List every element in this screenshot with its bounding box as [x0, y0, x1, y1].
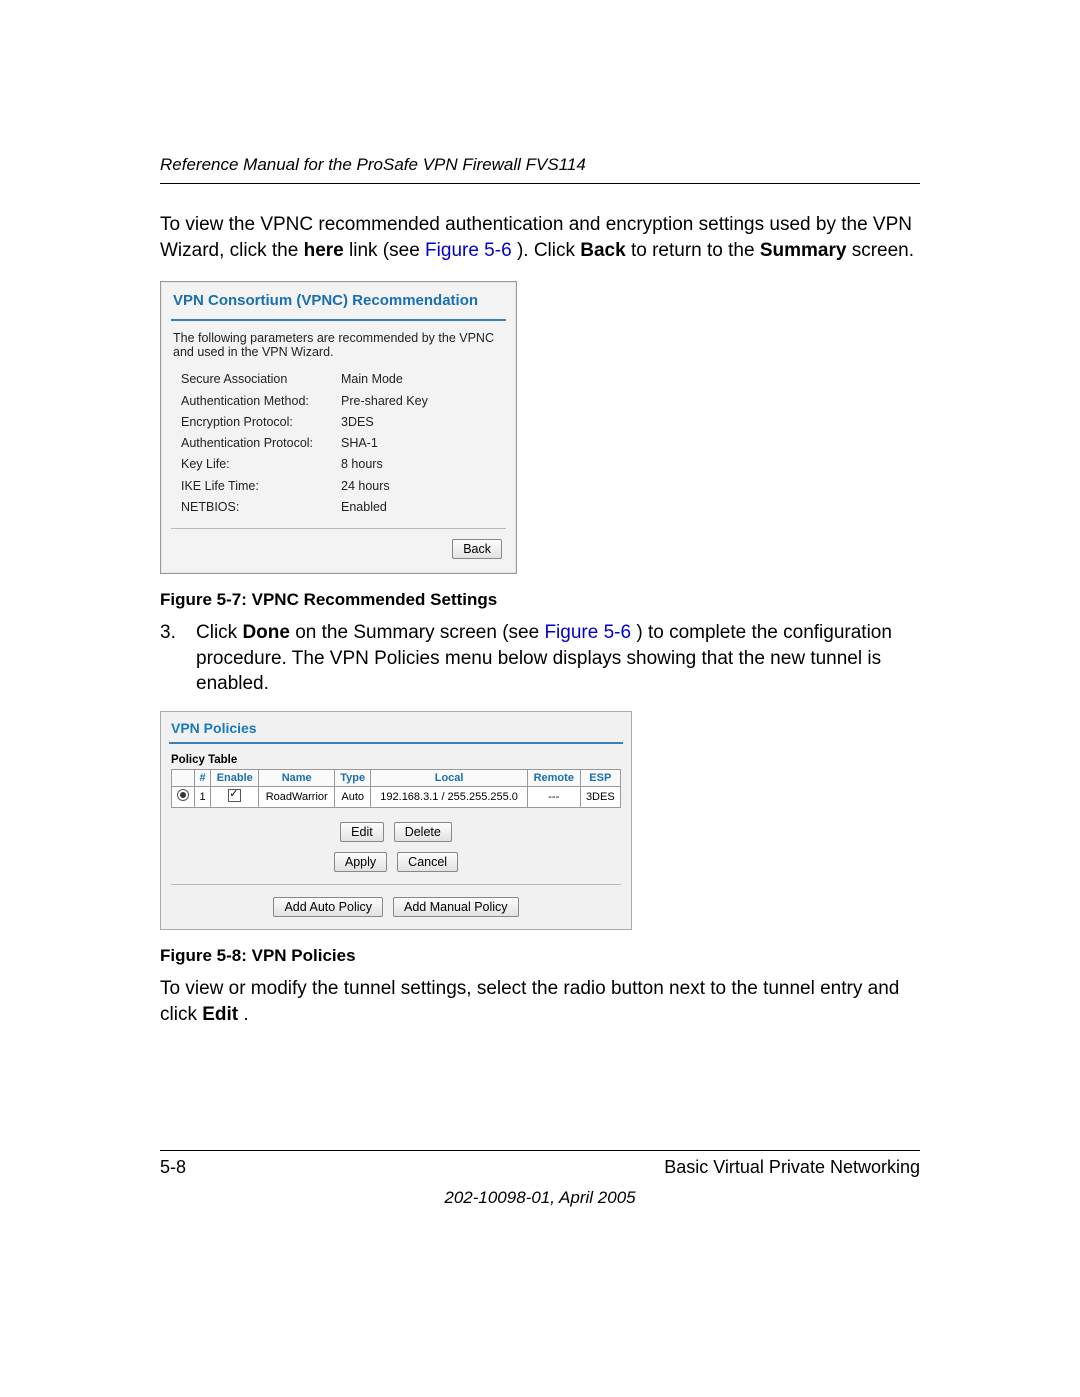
step-number: 3.	[160, 620, 178, 697]
col-local: Local	[371, 769, 528, 786]
vpnc-row: Authentication Protocol:SHA-1	[181, 433, 536, 454]
page-number: 5-8	[160, 1157, 186, 1178]
param-value: SHA-1	[341, 433, 536, 454]
param-label: Authentication Method:	[181, 391, 341, 412]
vpnc-row: Authentication Method:Pre-shared Key	[181, 391, 536, 412]
back-button[interactable]: Back	[452, 539, 502, 559]
row-remote: ---	[527, 786, 580, 807]
section-title: Basic Virtual Private Networking	[664, 1157, 920, 1178]
text: screen.	[852, 240, 914, 261]
summary-label: Summary	[760, 240, 847, 261]
row-radio[interactable]	[172, 786, 195, 807]
divider	[171, 319, 506, 321]
param-value: 24 hours	[341, 476, 536, 497]
col-select	[172, 769, 195, 786]
row-esp: 3DES	[580, 786, 620, 807]
text: .	[243, 1004, 248, 1025]
document-id: 202-10098-01, April 2005	[160, 1188, 920, 1208]
add-auto-policy-button[interactable]: Add Auto Policy	[273, 897, 383, 917]
vpnc-row: Key Life:8 hours	[181, 454, 536, 475]
text: ). Click	[517, 240, 580, 261]
param-label: Authentication Protocol:	[181, 433, 341, 454]
policy-table-label: Policy Table	[161, 754, 631, 769]
text: to return to the	[631, 240, 760, 261]
text: Click	[196, 622, 242, 643]
apply-button[interactable]: Apply	[334, 852, 387, 872]
figure-caption: Figure 5-8: VPN Policies	[160, 946, 920, 966]
figure-caption: Figure 5-7: VPNC Recommended Settings	[160, 590, 920, 610]
cancel-button[interactable]: Cancel	[397, 852, 458, 872]
row-num: 1	[195, 786, 211, 807]
divider	[160, 1150, 920, 1151]
vpnc-row: Secure AssociationMain Mode	[181, 369, 536, 390]
param-value: 3DES	[341, 412, 536, 433]
table-row: 1 RoadWarrior Auto 192.168.3.1 / 255.255…	[172, 786, 621, 807]
param-value: Enabled	[341, 497, 536, 518]
page-footer: 5-8 Basic Virtual Private Networking 202…	[160, 1142, 920, 1208]
text: To view or modify the tunnel settings, s…	[160, 978, 899, 1025]
vpn-policies-title: VPN Policies	[161, 712, 631, 740]
policy-table: # Enable Name Type Local Remote ESP 1 Ro…	[171, 769, 621, 808]
param-value: Pre-shared Key	[341, 391, 536, 412]
vpnc-params-table: Secure AssociationMain Mode Authenticati…	[161, 369, 546, 526]
param-value: Main Mode	[341, 369, 536, 390]
vpnc-row: NETBIOS:Enabled	[181, 497, 536, 518]
param-label: Encryption Protocol:	[181, 412, 341, 433]
col-type: Type	[335, 769, 371, 786]
divider	[169, 742, 623, 744]
vpnc-recommendation-panel: VPN Consortium (VPNC) Recommendation The…	[160, 281, 517, 574]
param-label: Key Life:	[181, 454, 341, 475]
checkbox-icon	[228, 789, 241, 802]
figure-ref-link[interactable]: Figure 5-6	[544, 622, 631, 643]
param-label: NETBIOS:	[181, 497, 341, 518]
text: link (see	[349, 240, 425, 261]
col-enable: Enable	[211, 769, 259, 786]
vpnc-row: Encryption Protocol:3DES	[181, 412, 536, 433]
param-label: Secure Association	[181, 369, 341, 390]
radio-icon	[177, 789, 189, 801]
add-manual-policy-button[interactable]: Add Manual Policy	[393, 897, 519, 917]
row-name: RoadWarrior	[259, 786, 335, 807]
done-label: Done	[242, 622, 290, 643]
col-esp: ESP	[580, 769, 620, 786]
here-link-label: here	[304, 240, 344, 261]
param-label: IKE Life Time:	[181, 476, 341, 497]
vpnc-title: VPN Consortium (VPNC) Recommendation	[161, 282, 516, 315]
col-remote: Remote	[527, 769, 580, 786]
step-3: 3. Click Done on the Summary screen (see…	[160, 620, 920, 697]
vpn-policies-panel: VPN Policies Policy Table # Enable Name …	[160, 711, 632, 930]
row-type: Auto	[335, 786, 371, 807]
col-name: Name	[259, 769, 335, 786]
delete-button[interactable]: Delete	[394, 822, 452, 842]
back-label: Back	[580, 240, 625, 261]
row-enable[interactable]	[211, 786, 259, 807]
vpnc-description: The following parameters are recommended…	[161, 331, 516, 369]
intro-paragraph: To view the VPNC recommended authenticat…	[160, 212, 920, 263]
col-num: #	[195, 769, 211, 786]
row-local: 192.168.3.1 / 255.255.255.0	[371, 786, 528, 807]
divider	[171, 884, 621, 885]
param-value: 8 hours	[341, 454, 536, 475]
tail-paragraph: To view or modify the tunnel settings, s…	[160, 976, 920, 1027]
text: on the Summary screen (see	[295, 622, 544, 643]
divider	[171, 528, 506, 529]
page-header: Reference Manual for the ProSafe VPN Fir…	[160, 155, 920, 184]
vpnc-row: IKE Life Time:24 hours	[181, 476, 536, 497]
edit-label: Edit	[202, 1004, 238, 1025]
edit-button[interactable]: Edit	[340, 822, 384, 842]
figure-ref-link[interactable]: Figure 5-6	[425, 240, 512, 261]
table-header-row: # Enable Name Type Local Remote ESP	[172, 769, 621, 786]
